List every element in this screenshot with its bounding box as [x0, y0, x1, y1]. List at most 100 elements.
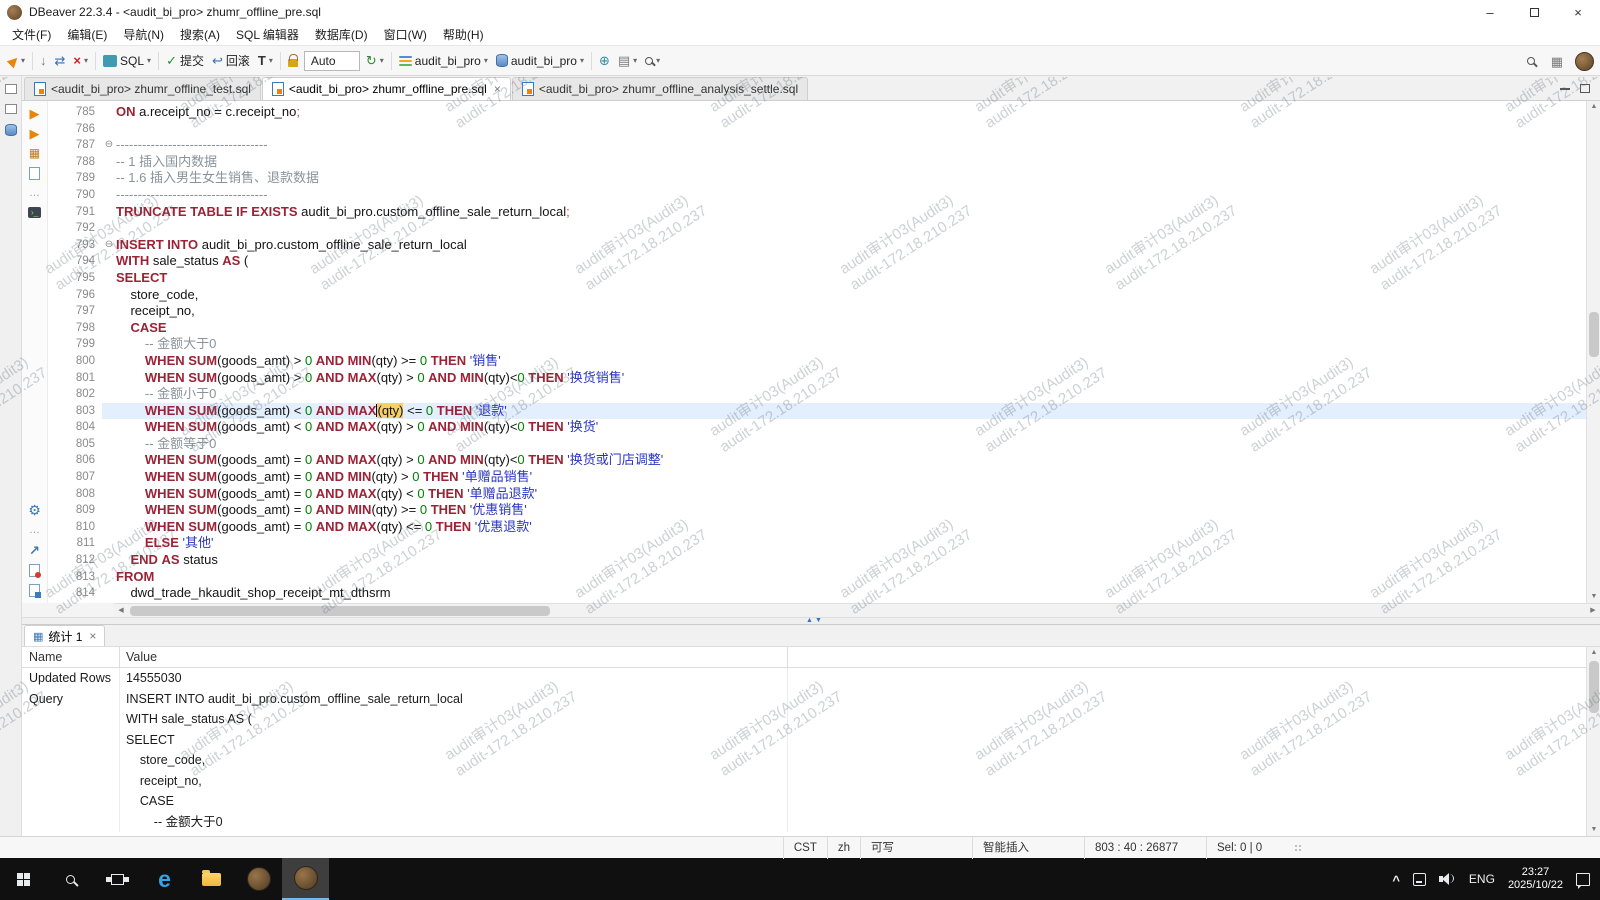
stats-row[interactable]: QueryINSERT INTO audit_bi_pro.custom_off…: [22, 689, 1586, 710]
fetch-button[interactable]: ↓: [36, 51, 51, 70]
maximize-editor-icon[interactable]: [1580, 84, 1590, 93]
sync-button[interactable]: ⇄: [51, 51, 70, 70]
schema-select[interactable]: audit_bi_pro▾: [492, 51, 588, 71]
commit-button[interactable]: ✓提交: [162, 49, 208, 72]
tray-ime-icon[interactable]: [1413, 873, 1426, 886]
taskbar-dbeaver-active-button[interactable]: [282, 858, 329, 900]
code-line[interactable]: 795SELECT: [48, 270, 1586, 287]
menu-item[interactable]: 编辑(E): [59, 24, 115, 45]
code-line[interactable]: 794WITH sale_status AS (: [48, 253, 1586, 270]
code-area[interactable]: 785ON a.receipt_no = c.receipt_no;786787…: [48, 101, 1586, 603]
code-line[interactable]: 792: [48, 220, 1586, 237]
fold-collapse-icon[interactable]: ⊖: [102, 137, 116, 154]
output-button[interactable]: ▤▾: [614, 51, 641, 70]
scrollbar-thumb[interactable]: [1589, 312, 1599, 357]
stats-row[interactable]: receipt_no,: [22, 771, 1586, 792]
stats-row[interactable]: WITH sale_status AS (: [22, 709, 1586, 730]
code-line[interactable]: 801 WHEN SUM(goods_amt) > 0 AND MAX(qty)…: [48, 370, 1586, 387]
code-line[interactable]: 786: [48, 121, 1586, 138]
code-line[interactable]: 813FROM: [48, 569, 1586, 586]
taskbar-edge-button[interactable]: e: [141, 858, 188, 900]
maximize-button[interactable]: [1512, 0, 1556, 24]
tray-language[interactable]: ENG: [1469, 872, 1495, 886]
stats-row[interactable]: CASE: [22, 791, 1586, 812]
txn-history-button[interactable]: ↻▾: [362, 51, 388, 70]
scroll-left-icon[interactable]: ◀: [114, 604, 128, 618]
editor-horizontal-scrollbar[interactable]: ◀ ▶: [114, 603, 1600, 617]
code-line[interactable]: 787⊖-----------------------------------: [48, 137, 1586, 154]
code-line[interactable]: 810 WHEN SUM(goods_amt) = 0 AND MAX(qty)…: [48, 519, 1586, 536]
scroll-up-icon[interactable]: ▲: [1587, 101, 1600, 113]
code-line[interactable]: 812 END AS status: [48, 552, 1586, 569]
stats-row[interactable]: SELECT: [22, 730, 1586, 751]
menu-item[interactable]: 导航(N): [115, 24, 172, 45]
tray-chevron-icon[interactable]: ^: [1392, 873, 1400, 888]
panel-sash[interactable]: ▲▼: [22, 617, 1600, 624]
code-line[interactable]: 804 WHEN SUM(goods_amt) < 0 AND MAX(qty)…: [48, 419, 1586, 436]
code-line[interactable]: 785ON a.receipt_no = c.receipt_no;: [48, 104, 1586, 121]
code-line[interactable]: 811 ELSE '其他': [48, 535, 1586, 552]
network-button[interactable]: ⊕: [595, 51, 614, 70]
notification-center-icon[interactable]: [1576, 873, 1590, 886]
execute-script-icon[interactable]: ▶: [30, 127, 40, 140]
column-header[interactable]: Value: [120, 647, 788, 667]
file-unsaved-icon[interactable]: [29, 564, 40, 577]
code-line[interactable]: 791TRUNCATE TABLE IF EXISTS audit_bi_pro…: [48, 204, 1586, 221]
editor-vertical-scrollbar[interactable]: ▲ ▼: [1586, 101, 1600, 603]
taskbar-app-button[interactable]: [235, 858, 282, 900]
code-line[interactable]: 796 store_code,: [48, 287, 1586, 304]
code-line[interactable]: 799 -- 金额大于0: [48, 336, 1586, 353]
perspective-button[interactable]: ▦: [1547, 52, 1567, 71]
autocommit-lock-button[interactable]: [284, 52, 302, 70]
code-line[interactable]: 798 CASE: [48, 320, 1586, 337]
code-line[interactable]: 814 dwd_trade_hkaudit_shop_receipt_mt_dt…: [48, 585, 1586, 602]
sql-editor-button[interactable]: SQL▾: [99, 51, 155, 71]
more-actions-icon[interactable]: …: [29, 524, 40, 537]
txn-log-button[interactable]: T▾: [254, 51, 277, 70]
code-line[interactable]: 803 WHEN SUM(goods_amt) < 0 AND MAX(qty)…: [48, 403, 1586, 420]
code-line[interactable]: 808 WHEN SUM(goods_amt) = 0 AND MAX(qty)…: [48, 486, 1586, 503]
tray-volume-icon[interactable]: [1439, 872, 1456, 886]
scroll-right-icon[interactable]: ▶: [1586, 604, 1600, 618]
more-actions-icon[interactable]: …: [29, 187, 40, 200]
restore-editor-icon[interactable]: [5, 104, 17, 114]
tray-clock[interactable]: 23:27 2025/10/22: [1508, 866, 1563, 892]
restore-view-icon[interactable]: [5, 84, 17, 94]
scroll-up-icon[interactable]: ▲: [1587, 647, 1600, 659]
stats-row[interactable]: store_code,: [22, 750, 1586, 771]
connection-select[interactable]: audit_bi_pro▾: [395, 51, 492, 71]
stats-row[interactable]: Updated Rows14555030: [22, 668, 1586, 689]
code-line[interactable]: 802 -- 金额小于0: [48, 386, 1586, 403]
code-line[interactable]: 805 -- 金额等于0: [48, 436, 1586, 453]
console-icon[interactable]: ›_: [28, 207, 41, 218]
search-db-button[interactable]: ▾: [641, 53, 664, 68]
stats-tab[interactable]: ▦ 统计 1 ×: [24, 625, 105, 646]
scroll-down-icon[interactable]: ▼: [1587, 591, 1600, 603]
database-navigator-icon[interactable]: [5, 124, 17, 136]
minimize-button[interactable]: –: [1468, 0, 1512, 24]
status-caret-position[interactable]: 803 : 40 : 26877: [1084, 837, 1206, 859]
cancel-button[interactable]: ×▾: [69, 51, 92, 70]
code-line[interactable]: 797 receipt_no,: [48, 303, 1586, 320]
code-line[interactable]: 788-- 1 插入国内数据: [48, 154, 1586, 171]
settings-gear-icon[interactable]: ⚙: [28, 504, 41, 517]
taskbar-search-button[interactable]: [47, 858, 94, 900]
scrollbar-thumb[interactable]: [1589, 661, 1599, 713]
minimize-editor-icon[interactable]: [1560, 87, 1570, 90]
tab-close-icon[interactable]: ×: [494, 82, 501, 96]
explain-plan-icon[interactable]: ▦: [29, 147, 40, 160]
menu-item[interactable]: SQL 编辑器: [228, 24, 307, 45]
scroll-down-icon[interactable]: ▼: [1587, 824, 1600, 836]
menu-item[interactable]: 搜索(A): [172, 24, 228, 45]
export-icon[interactable]: ↗: [29, 544, 40, 557]
menu-item[interactable]: 文件(F): [4, 24, 59, 45]
start-button[interactable]: [0, 858, 47, 900]
menu-item[interactable]: 数据库(D): [307, 24, 376, 45]
editor-tab[interactable]: <audit_bi_pro> zhumr_offline_test.sql: [24, 77, 261, 100]
code-line[interactable]: 809 WHEN SUM(goods_amt) = 0 AND MIN(qty)…: [48, 502, 1586, 519]
code-line[interactable]: 807 WHEN SUM(goods_amt) = 0 AND MIN(qty)…: [48, 469, 1586, 486]
menu-item[interactable]: 帮助(H): [435, 24, 492, 45]
menu-item[interactable]: 窗口(W): [376, 24, 435, 45]
code-line[interactable]: 806 WHEN SUM(goods_amt) = 0 AND MAX(qty)…: [48, 452, 1586, 469]
new-object-button[interactable]: ▶▾: [4, 51, 29, 70]
